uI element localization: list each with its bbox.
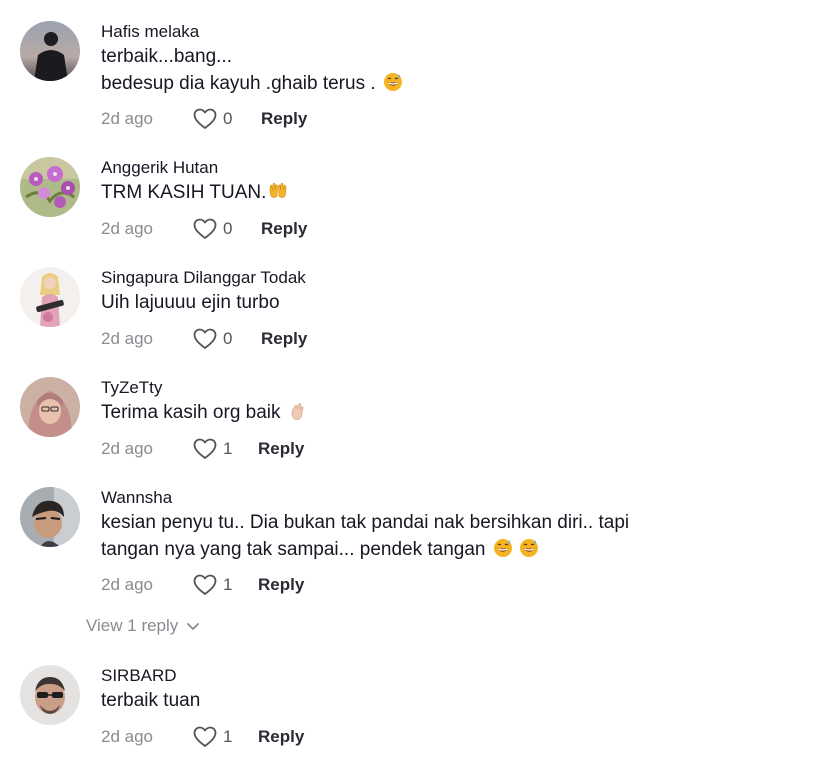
hand-gesture-emoji [291, 403, 304, 420]
comment-text: kesian penyu tu.. Dia bukan tak pandai n… [101, 509, 800, 563]
like-button[interactable]: 0 [193, 107, 261, 131]
comment-text: TRM KASIH TUAN. [101, 179, 800, 206]
heart-outline-icon [193, 218, 217, 239]
comment-line-with-emoji: TRM KASIH TUAN. [101, 179, 800, 206]
comment-body: Hafis melaka terbaik...bang... bedesup d… [101, 21, 800, 129]
avatar[interactable] [20, 487, 80, 547]
view-replies-label: View 1 reply [86, 616, 179, 635]
chevron-down-icon [187, 623, 200, 630]
reply-button[interactable]: Reply [258, 437, 304, 461]
comment-text: terbaik...bang... bedesup dia kayuh .gha… [101, 43, 800, 97]
comment-actions: 2d ago 1 Reply [101, 437, 304, 461]
like-count: 0 [223, 109, 233, 128]
timestamp: 2d ago [101, 575, 153, 594]
comment-text: Uih lajuuuu ejin turbo [101, 289, 800, 316]
sweat-smile-emoji [519, 539, 538, 557]
like-button[interactable]: 1 [193, 437, 258, 461]
avatar[interactable] [20, 377, 80, 437]
comment-text: Terima kasih org baik [101, 399, 800, 426]
comment-line: terbaik...bang... [101, 46, 232, 67]
timestamp: 2d ago [101, 329, 153, 348]
comment-body: Singapura Dilanggar Todak Uih lajuuuu ej… [101, 267, 800, 349]
username[interactable]: Anggerik Hutan [101, 157, 800, 179]
comment-actions: 2d ago 1 Reply [101, 573, 304, 597]
reply-button[interactable]: Reply [261, 107, 307, 131]
sweat-smile-emoji [383, 73, 402, 91]
reply-button[interactable]: Reply [258, 573, 304, 597]
like-count: 1 [223, 575, 233, 594]
username[interactable]: TyZeTty [101, 377, 800, 399]
like-button[interactable]: 1 [193, 725, 258, 749]
comment-line: Terima kasih org baik [101, 402, 286, 423]
like-button[interactable]: 0 [193, 327, 261, 351]
comment-line-with-emoji: tangan nya yang tak sampai... pendek tan… [101, 536, 800, 563]
like-button[interactable]: 0 [193, 217, 261, 241]
comment-actions: 2d ago 0 Reply [101, 327, 307, 351]
timestamp: 2d ago [101, 109, 153, 128]
comment-line: kesian penyu tu.. Dia bukan tak pandai n… [101, 512, 630, 533]
heart-outline-icon [193, 438, 217, 459]
comment-text: terbaik tuan [101, 687, 800, 714]
comment-actions: 2d ago 0 Reply [101, 107, 307, 131]
comment-actions: 2d ago 0 Reply [101, 217, 307, 241]
comment-body: TyZeTty Terima kasih org baik 2d ago 1 R… [101, 377, 800, 459]
heart-outline-icon [193, 726, 217, 747]
sweat-smile-emoji [493, 539, 512, 557]
open-hands-emoji [269, 183, 287, 198]
comment-line: TRM KASIH TUAN. [101, 182, 267, 203]
comment-line-with-emoji: Terima kasih org baik [101, 399, 800, 426]
comment-actions: 2d ago 1 Reply [101, 725, 304, 749]
like-count: 1 [223, 727, 233, 746]
username[interactable]: Hafis melaka [101, 21, 800, 43]
comment-line: terbaik tuan [101, 690, 201, 711]
comment-body: Wannsha kesian penyu tu.. Dia bukan tak … [101, 487, 800, 595]
comment-body: SIRBARD terbaik tuan 2d ago 1 Reply [101, 665, 800, 747]
username[interactable]: Singapura Dilanggar Todak [101, 267, 800, 289]
comment-line: bedesup dia kayuh .ghaib terus . [101, 73, 381, 94]
comment-body: Anggerik Hutan TRM KASIH TUAN. 2d ago 0 … [101, 157, 800, 239]
avatar[interactable] [20, 157, 80, 217]
avatar[interactable] [20, 21, 80, 81]
timestamp: 2d ago [101, 219, 153, 238]
timestamp: 2d ago [101, 439, 153, 458]
heart-outline-icon [193, 108, 217, 129]
comment-line: Uih lajuuuu ejin turbo [101, 292, 280, 313]
heart-outline-icon [193, 328, 217, 349]
reply-button[interactable]: Reply [261, 217, 307, 241]
reply-button[interactable]: Reply [258, 725, 304, 749]
timestamp: 2d ago [101, 727, 153, 746]
reply-button[interactable]: Reply [261, 327, 307, 351]
like-count: 0 [223, 219, 233, 238]
view-replies-button[interactable]: View 1 reply [86, 616, 200, 636]
like-button[interactable]: 1 [193, 573, 258, 597]
avatar[interactable] [20, 665, 80, 725]
like-count: 1 [223, 439, 233, 458]
avatar[interactable] [20, 267, 80, 327]
comment-line: tangan nya yang tak sampai... pendek tan… [101, 539, 491, 560]
comment-line-with-emoji: bedesup dia kayuh .ghaib terus . [101, 70, 800, 97]
username[interactable]: SIRBARD [101, 665, 800, 687]
username[interactable]: Wannsha [101, 487, 800, 509]
heart-outline-icon [193, 574, 217, 595]
like-count: 0 [223, 329, 233, 348]
